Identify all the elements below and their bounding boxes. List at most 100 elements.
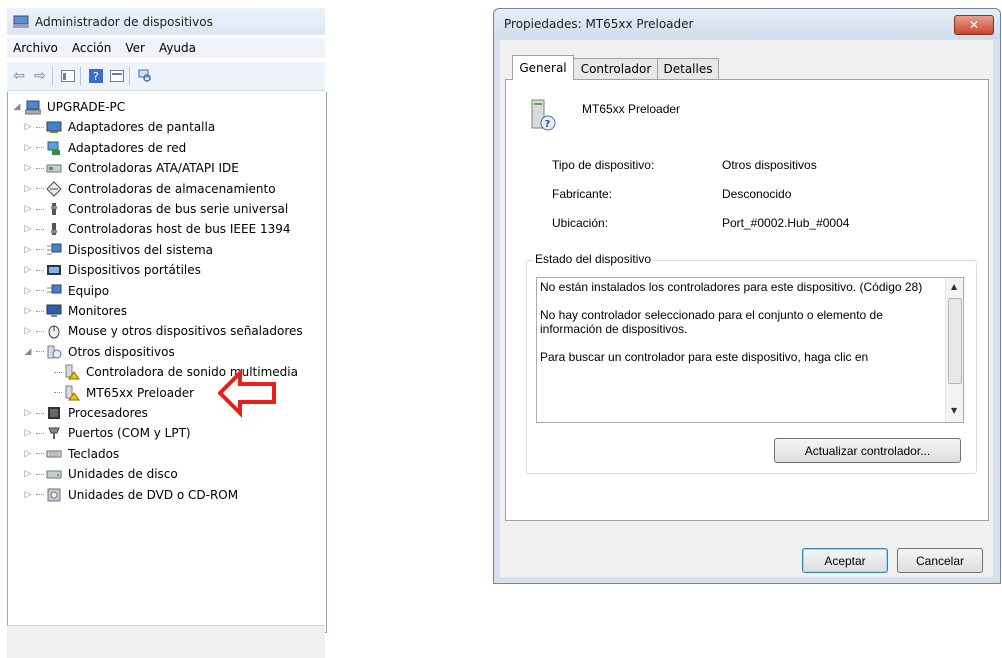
tab-detalles[interactable]: Detalles [657, 58, 719, 79]
tree-category-item[interactable]: ▷ Unidades de disco [22, 464, 178, 484]
collapse-triangle-icon[interactable]: ◢ [11, 101, 23, 113]
processor-icon [46, 405, 62, 421]
console-tree-icon[interactable] [59, 67, 77, 85]
expand-triangle-icon[interactable]: ▷ [22, 121, 34, 133]
device-status-textbox[interactable]: No están instalados los controladores pa… [536, 277, 964, 423]
field-value-location: Port_#0002.Hub_#0004 [722, 216, 850, 230]
tree-item-label: Mouse y otros dispositivos señaladores [68, 324, 303, 339]
field-value-type: Otros dispositivos [722, 158, 817, 172]
properties-title: Propiedades: MT65xx Preloader [504, 17, 694, 31]
tree-item-label: Teclados [68, 446, 120, 461]
menu-archivo[interactable]: Archivo [13, 41, 58, 55]
expand-triangle-icon[interactable]: ▷ [22, 325, 34, 337]
expand-triangle-icon[interactable]: ▷ [22, 427, 34, 439]
scan-hardware-icon[interactable] [136, 67, 154, 85]
tree-connector [36, 228, 44, 230]
unknown-device-warning-icon [64, 385, 80, 401]
tree-category-item[interactable]: ▷ Dispositivos del sistema [22, 240, 214, 260]
tree-category-item[interactable]: ▷ Mouse y otros dispositivos señaladores [22, 321, 303, 341]
tree-item-label: Controladoras ATA/ATAPI IDE [68, 161, 239, 176]
expand-triangle-icon[interactable]: ▷ [22, 183, 34, 195]
tree-root[interactable]: ◢ UPGRADE-PC [11, 97, 125, 117]
forward-icon[interactable]: ⇨ [31, 67, 49, 85]
tree-connector [36, 188, 44, 190]
ok-button[interactable]: Aceptar [802, 548, 888, 573]
tree-item-label: Unidades de disco [68, 467, 178, 482]
tree-connector [54, 392, 62, 394]
expand-triangle-icon[interactable]: ▷ [22, 489, 34, 501]
field-label-manufacturer: Fabricante: [552, 187, 613, 201]
tree-connector [36, 330, 44, 332]
tree-category-item[interactable]: ▷ Teclados [22, 444, 120, 464]
cancel-button[interactable]: Cancelar [897, 548, 983, 573]
details-view-icon[interactable] [108, 67, 126, 85]
tab-general[interactable]: General [512, 55, 574, 80]
tree-category-item[interactable]: ◢ Otros dispositivos [22, 342, 175, 362]
expand-triangle-icon[interactable]: ▷ [22, 162, 34, 174]
expand-triangle-icon[interactable]: ▷ [22, 244, 34, 256]
menu-ayuda[interactable]: Ayuda [159, 41, 196, 55]
field-value-manufacturer: Desconocido [722, 187, 792, 201]
menu-accion[interactable]: Acción [72, 41, 111, 55]
tree-device-item[interactable]: MT65xx Preloader [54, 383, 194, 403]
tree-item-label: MT65xx Preloader [86, 385, 195, 400]
tree-category-item[interactable]: ▷ Adaptadores de red [22, 138, 186, 158]
status-paragraph: No hay controlador seleccionado para el … [540, 308, 883, 336]
device-manager-title: Administrador de dispositivos [35, 14, 213, 29]
toolbar-separator [129, 67, 130, 85]
tree-category-item[interactable]: ▷ Equipo [22, 281, 110, 301]
tab-controlador[interactable]: Controlador [573, 58, 659, 79]
monitor-icon [46, 303, 62, 319]
computer-icon [25, 99, 41, 115]
tree-category-item[interactable]: ▷ Controladoras host de bus IEEE 1394 [22, 219, 291, 239]
properties-body: General Controlador Detalles ? MT65xx Pr… [500, 40, 993, 577]
expand-triangle-icon[interactable]: ▷ [22, 305, 34, 317]
status-paragraph: No están instalados los controladores pa… [540, 280, 923, 294]
scroll-down-icon[interactable]: ▼ [951, 406, 957, 415]
tree-item-label: Procesadores [68, 406, 148, 420]
tree-item-label: Puertos (COM y LPT) [68, 426, 191, 441]
help-icon[interactable]: ? [87, 67, 105, 85]
tree-category-item[interactable]: ▷ Controladoras ATA/ATAPI IDE [22, 158, 239, 178]
tree-connector [36, 147, 44, 149]
network-adapter-icon [46, 140, 62, 156]
tree-category-item[interactable]: ▷ Adaptadores de pantalla [22, 117, 216, 137]
tree-category-item[interactable]: ▷ Unidades de DVD o CD-ROM [22, 485, 239, 505]
tree-category-item[interactable]: ▷ Controladoras de bus serie universal [22, 199, 289, 219]
tree-item-label: Adaptadores de pantalla [68, 120, 216, 135]
usb-icon [46, 201, 62, 217]
expand-triangle-icon[interactable]: ▷ [22, 407, 34, 419]
back-icon[interactable]: ⇦ [10, 67, 28, 85]
tree-category-item[interactable]: ▷ Dispositivos portátiles [22, 260, 201, 280]
field-label-location: Ubicación: [552, 216, 609, 230]
tree-connector [36, 269, 44, 271]
tree-category-item[interactable]: ▷ Monitores [22, 301, 127, 321]
tree-category-item[interactable]: ▷ Puertos (COM y LPT) [22, 423, 191, 443]
expand-triangle-icon[interactable]: ▷ [22, 264, 34, 276]
collapse-triangle-icon[interactable]: ◢ [22, 346, 34, 358]
scroll-up-icon[interactable]: ▲ [951, 282, 957, 291]
tree-category-item[interactable]: ▷ Controladoras de almacenamiento [22, 179, 276, 199]
unknown-device-icon [46, 344, 62, 360]
scroll-thumb[interactable] [948, 298, 962, 384]
status-scrollbar[interactable]: ▲ ▼ [945, 278, 963, 422]
update-driver-button[interactable]: Actualizar controlador... [774, 438, 961, 463]
expand-triangle-icon[interactable]: ▷ [22, 203, 34, 215]
expand-triangle-icon[interactable]: ▷ [22, 142, 34, 154]
expand-triangle-icon[interactable]: ▷ [22, 223, 34, 235]
tree-root-label: UPGRADE-PC [47, 100, 126, 114]
tree-connector [36, 453, 44, 455]
expand-triangle-icon[interactable]: ▷ [22, 448, 34, 460]
tree-connector [54, 371, 62, 373]
menu-ver[interactable]: Ver [125, 41, 145, 55]
svg-text:?: ? [93, 70, 99, 83]
expand-triangle-icon[interactable]: ▷ [22, 468, 34, 480]
keyboard-icon [46, 446, 62, 462]
expand-triangle-icon[interactable]: ▷ [22, 285, 34, 297]
tree-category-item[interactable]: ▷ Procesadores [22, 403, 148, 423]
tree-connector [36, 310, 44, 312]
device-tree[interactable]: ◢ UPGRADE-PC ▷ Adaptadores de pantalla ▷ Ad… [7, 92, 327, 633]
toolbar-separator [80, 67, 81, 85]
close-button[interactable]: ✕ [954, 15, 994, 35]
field-label-type: Tipo de dispositivo: [552, 158, 655, 172]
